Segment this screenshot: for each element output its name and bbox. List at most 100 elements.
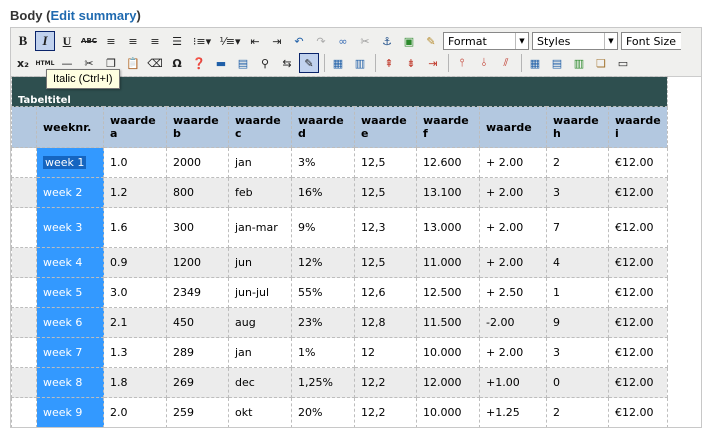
special-char-icon[interactable]: Ω: [167, 53, 187, 73]
table-props-icon[interactable]: ▥: [350, 53, 370, 73]
align-left-icon[interactable]: ≡: [101, 31, 121, 51]
week-cell[interactable]: week 2: [36, 177, 104, 208]
font-size-select[interactable]: Font Size: [621, 32, 681, 50]
table-cell[interactable]: €12.00: [608, 397, 668, 427]
redo-icon[interactable]: ↷: [311, 31, 331, 51]
insert-line-icon[interactable]: ▬: [211, 53, 231, 73]
table-cell[interactable]: 2.1: [103, 307, 167, 338]
table-cell[interactable]: dec: [228, 367, 292, 398]
week-cell[interactable]: week 6: [36, 307, 104, 338]
table-cell[interactable]: jan: [228, 147, 292, 178]
table-cell[interactable]: 300: [166, 207, 229, 248]
anchor-icon[interactable]: ⚓: [377, 31, 397, 51]
table-cell[interactable]: 1,25%: [291, 367, 355, 398]
week-cell[interactable]: week 7: [36, 337, 104, 368]
table-header-cell[interactable]: [11, 106, 37, 148]
table-header-cell[interactable]: weeknr.: [36, 106, 104, 148]
col-after-icon[interactable]: ⫰: [474, 53, 494, 73]
format-select[interactable]: Format ▼: [443, 32, 529, 50]
table-cell[interactable]: 23%: [291, 307, 355, 338]
styles-select[interactable]: Styles ▼: [532, 32, 618, 50]
strikethrough-button[interactable]: ABC: [79, 31, 99, 51]
table-header-cell[interactable]: waarde d: [291, 106, 355, 148]
table-cell[interactable]: 12,2: [354, 367, 417, 398]
table-cell[interactable]: 1.8: [103, 367, 167, 398]
table-cell[interactable]: 2: [546, 147, 609, 178]
table-cell[interactable]: 12,2: [354, 397, 417, 427]
align-justify-icon[interactable]: ☰: [167, 31, 187, 51]
image-icon[interactable]: ▣: [399, 31, 419, 51]
cleanup-icon[interactable]: ✎: [421, 31, 441, 51]
table-cell[interactable]: 13.000: [416, 207, 480, 248]
paste-icon[interactable]: 📋: [123, 53, 143, 73]
table-cell[interactable]: aug: [228, 307, 292, 338]
table-cell[interactable]: 12.500: [416, 277, 480, 308]
table-cell[interactable]: 12.000: [416, 367, 480, 398]
table-cell[interactable]: 289: [166, 337, 229, 368]
table-cell[interactable]: jun: [228, 247, 292, 278]
table-cell[interactable]: 12%: [291, 247, 355, 278]
table-cell[interactable]: 2: [546, 397, 609, 427]
table-cell[interactable]: 269: [166, 367, 229, 398]
table-cell[interactable]: 450: [166, 307, 229, 338]
table-cell[interactable]: + 2.50: [479, 277, 547, 308]
table-cell[interactable]: 1.0: [103, 147, 167, 178]
table-cell[interactable]: +1.00: [479, 367, 547, 398]
table-cell[interactable]: [11, 337, 37, 368]
table-cell[interactable]: 4: [546, 247, 609, 278]
col-before-icon[interactable]: ⫯: [452, 53, 472, 73]
table-cell[interactable]: 800: [166, 177, 229, 208]
table-cell[interactable]: €12.00: [608, 147, 668, 178]
table-cell[interactable]: €12.00: [608, 277, 668, 308]
table-cell[interactable]: + 2.00: [479, 337, 547, 368]
table-cell[interactable]: 12,5: [354, 177, 417, 208]
italic-button[interactable]: I: [35, 31, 55, 51]
table-cell[interactable]: 1: [546, 277, 609, 308]
row-before-icon[interactable]: ⇞: [379, 53, 399, 73]
table-cell[interactable]: jan-mar: [228, 207, 292, 248]
table-cell[interactable]: 10.000: [416, 397, 480, 427]
unlink-icon[interactable]: ✂: [355, 31, 375, 51]
table-cell[interactable]: 11.500: [416, 307, 480, 338]
table-cell[interactable]: [11, 277, 37, 308]
table-cell[interactable]: 3%: [291, 147, 355, 178]
table-header-cell[interactable]: waarde i: [608, 106, 668, 148]
table-cell[interactable]: €12.00: [608, 337, 668, 368]
template-icon[interactable]: ❏: [591, 53, 611, 73]
table-cell[interactable]: 12,6: [354, 277, 417, 308]
editor-content[interactable]: Tabeltitel weeknr. waarde a waarde b waarde…: [11, 76, 701, 427]
table-cell[interactable]: €12.00: [608, 247, 668, 278]
delete-col-icon[interactable]: ⫽: [496, 53, 516, 73]
table-cell[interactable]: 2000: [166, 147, 229, 178]
table-cell[interactable]: [11, 367, 37, 398]
table-cell[interactable]: 3.0: [103, 277, 167, 308]
table-cell[interactable]: feb: [228, 177, 292, 208]
page-break-icon[interactable]: ▭: [613, 53, 633, 73]
split-cells-icon[interactable]: ▥: [569, 53, 589, 73]
table-cell[interactable]: 0.9: [103, 247, 167, 278]
outdent-icon[interactable]: ⇤: [245, 31, 265, 51]
table-cell[interactable]: 1200: [166, 247, 229, 278]
table-cell[interactable]: 12.600: [416, 147, 480, 178]
merge-cells-icon[interactable]: ▤: [547, 53, 567, 73]
table-cell[interactable]: 1.6: [103, 207, 167, 248]
eraser-icon[interactable]: ⌫: [145, 53, 165, 73]
table-cell[interactable]: 2.0: [103, 397, 167, 427]
table-cell[interactable]: €12.00: [608, 177, 668, 208]
table-cell[interactable]: 0: [546, 367, 609, 398]
table-cell[interactable]: 16%: [291, 177, 355, 208]
table-cell[interactable]: 1%: [291, 337, 355, 368]
table-header-cell[interactable]: waarde: [479, 106, 547, 148]
table-cell[interactable]: 9: [546, 307, 609, 338]
bold-button[interactable]: B: [13, 31, 33, 51]
table-cell[interactable]: 11.000: [416, 247, 480, 278]
week-cell[interactable]: week 9: [36, 397, 104, 427]
edit-summary-link[interactable]: Edit summary: [50, 8, 136, 23]
cell-props-icon[interactable]: ▦: [525, 53, 545, 73]
table-cell[interactable]: 55%: [291, 277, 355, 308]
bullet-list-icon[interactable]: ⁝≡▾: [189, 31, 215, 51]
align-center-icon[interactable]: ≡: [123, 31, 143, 51]
table-cell[interactable]: [11, 177, 37, 208]
table-icon[interactable]: ▦: [328, 53, 348, 73]
table-cell[interactable]: [11, 247, 37, 278]
